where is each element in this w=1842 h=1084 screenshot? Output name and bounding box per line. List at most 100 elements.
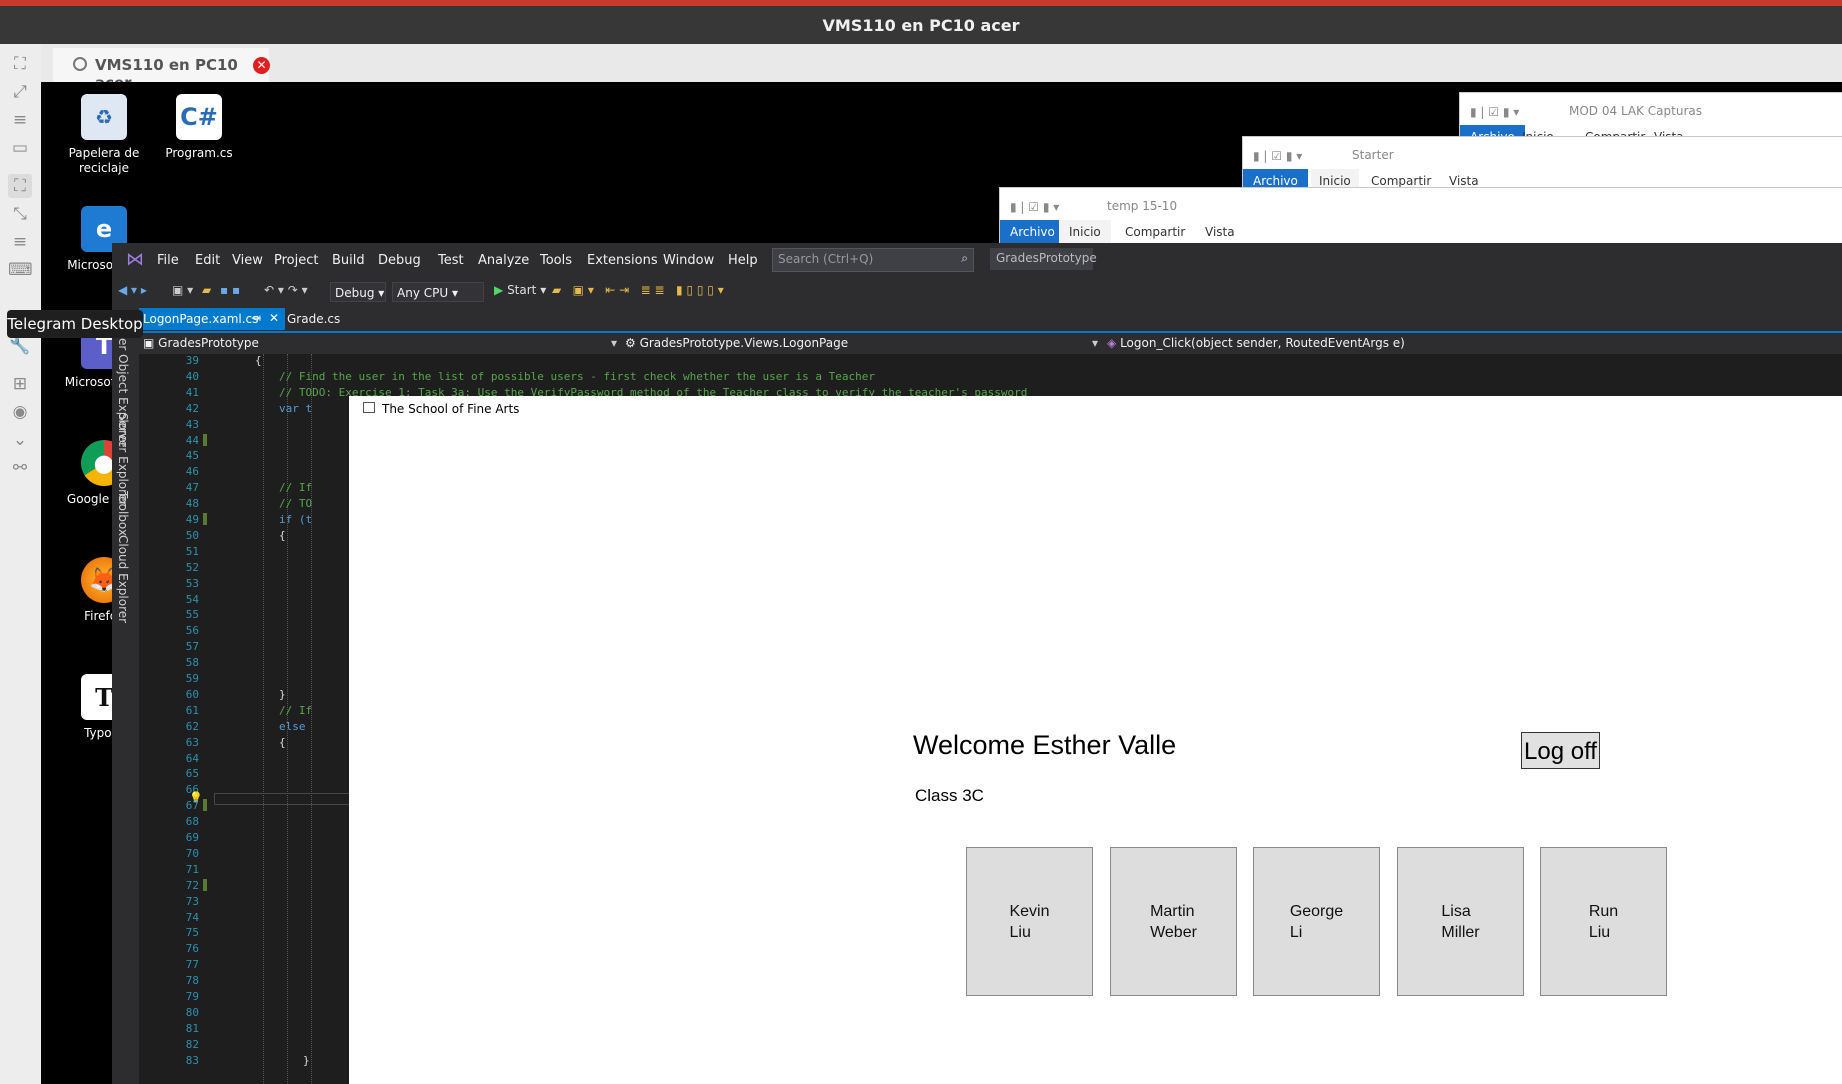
host-tab[interactable]: VMS110 en PC10 acer ✕ [53,48,270,92]
close-icon[interactable]: ✕ [269,311,279,325]
explorer-path: temp 15-10 [1107,199,1178,213]
desktop-icon-recycle-bin[interactable]: ♻ Papelera de reciclaje [58,94,150,176]
side-tab-toolbox[interactable]: Toolbox [116,491,130,536]
line-number: 64 [185,751,199,765]
line-number: 52 [185,560,199,574]
menu-extensions[interactable]: Extensions [587,253,658,268]
line-number: 41 [185,385,199,399]
explorer-window-starter[interactable]: ▮ | ☑ ▮ ▾ Starter Archivo Inicio Compart… [1242,136,1842,190]
explorer-path: MOD 04 LAK Capturas [1569,104,1702,118]
line-number: 40 [185,369,199,383]
menu-project[interactable]: Project [274,253,318,268]
menu-file[interactable]: File [157,253,179,268]
close-tab-icon[interactable]: ✕ [253,57,270,74]
list-icon[interactable]: ≡ [8,230,32,254]
ribbon-tab-inicio[interactable]: Inicio [1059,220,1111,243]
code-line: // If [279,481,313,495]
ribbon-tab-compartir[interactable]: Compartir [1125,225,1185,239]
menu-build[interactable]: Build [332,253,365,268]
menu-window[interactable]: Window [663,253,714,268]
doc-tab-grade[interactable]: Grade.cs [287,312,340,326]
pin-icon[interactable]: ⇥ [251,311,261,325]
fullscreen-icon[interactable]: ⤢ [8,80,32,104]
side-tab-cloud-explorer[interactable]: Cloud Explorer [116,535,130,623]
student-button-kevin-liu[interactable]: Kevin Liu [966,847,1093,996]
student-button-george-li[interactable]: George Li [1253,847,1380,996]
line-number: 42 [185,401,199,415]
student-button-lisa-miller[interactable]: Lisa Miller [1397,847,1524,996]
keyboard-icon[interactable]: ⌨ [8,258,33,282]
desktop-icon-program-cs[interactable]: C# Program.cs [153,94,245,161]
menu-analyze[interactable]: Analyze [478,253,529,268]
lightbulb-icon[interactable]: 💡 [189,791,203,804]
student-first-name: Martin [1150,902,1195,920]
menu-test[interactable]: Test [438,253,464,268]
window-icon[interactable]: ▭ [8,136,32,160]
config-dropdown[interactable]: Debug ▾ [330,282,386,302]
chevron-down-icon[interactable]: ▾ [611,336,617,350]
nav-class-label: GradesPrototype.Views.LogonPage [639,336,849,350]
add-window-icon[interactable]: ⊞ [8,372,32,396]
grades-app-window: The School of Fine Arts Welcome Esther V… [349,396,1842,1084]
student-first-name: Run [1588,902,1619,920]
student-first-name: Kevin [1009,902,1050,920]
platform-dropdown[interactable]: Any CPU ▾ [392,282,484,302]
student-button-martin-weber[interactable]: Martin Weber [1110,847,1237,996]
change-marker [203,513,207,525]
toolbar-icons[interactable]: ▰ ▣ ▾ ⇤ ⇥ ≣ ≣ ▮ ▯ ▯ ▯ ▾ [552,283,724,297]
student-button-run-liu[interactable]: Run Liu [1540,847,1667,996]
change-marker [203,799,207,812]
open-file-icon[interactable]: ▰ [202,283,211,297]
undo-icon[interactable]: ↶ ▾ ↷ ▾ [264,283,308,297]
code-line: // Find the user in the list of possible… [279,369,876,383]
ribbon-tab-vista[interactable]: Vista [1205,225,1235,239]
code-line: } [303,1053,310,1067]
explorer-window-temp[interactable]: ▮ | ☑ ▮ ▾ temp 15-10 Archivo Inicio Comp… [999,187,1842,244]
recycle-bin-icon: ♻ [81,94,127,140]
menu-debug[interactable]: Debug [378,253,421,268]
class-label: Class 3C [915,786,984,805]
student-first-name: Lisa [1441,902,1471,920]
nav-project[interactable]: ▣ GradesPrototype [143,336,259,350]
menu-tools[interactable]: Tools [540,253,572,268]
chevron-down-icon[interactable]: ▾ [1092,336,1098,350]
resize-icon[interactable]: ⤡ [8,202,32,226]
link-icon[interactable]: ⚯ [8,456,32,480]
start-button[interactable]: ▶ Start ▾ [494,283,546,297]
telegram-tooltip: Telegram Desktop [7,310,143,338]
line-number: 79 [185,990,199,1003]
nav-class[interactable]: ⚙ GradesPrototype.Views.LogonPage [625,336,848,350]
change-marker [203,878,207,891]
new-project-icon[interactable]: ▣ ▾ [172,283,193,297]
vs-navigation-bar: ▣ GradesPrototype ▾ ⚙ GradesPrototype.Vi… [139,333,1842,355]
nav-member[interactable]: ◈ Logon_Click(object sender, RoutedEvent… [1107,336,1405,350]
code-line: { [279,735,286,749]
menu-view[interactable]: View [232,253,263,268]
ribbon-tab-vista[interactable]: Vista [1449,174,1479,188]
menu-icon[interactable]: ≡ [8,108,32,132]
start-label: Start [507,283,537,297]
explorer-window-mod04[interactable]: ▮ | ☑ ▮ ▾ MOD 04 LAK Capturas Archivo In… [1459,92,1842,140]
scale-icon[interactable]: ⛶ [8,174,32,198]
menu-help[interactable]: Help [728,253,758,268]
student-last-name: Miller [1441,923,1480,941]
doc-tab-logonpage[interactable]: LogonPage.xaml.cs ⇥ ✕ [139,308,285,330]
desktop-icon-label: Papelera de reciclaje [68,146,140,175]
chevron-down-icon[interactable]: ⌄ [8,428,32,452]
vs-search-box[interactable]: Search (Ctrl+Q) ⌕ [772,248,974,272]
solution-name: GradesPrototype [996,251,1097,265]
line-number: 76 [185,942,199,956]
log-off-button[interactable]: Log off [1521,732,1600,769]
student-last-name: Li [1289,923,1303,941]
back-icon[interactable]: ◀ ▾ ▸ [118,283,147,297]
ribbon-tab-archivo[interactable]: Archivo [1000,220,1065,243]
save-icon[interactable]: ▪ ▪ [220,283,240,297]
line-number: 45 [185,449,199,463]
fit-screen-icon[interactable]: ⛶ [8,52,32,76]
ribbon-tab-compartir[interactable]: Compartir [1371,174,1431,188]
platform-value: Any CPU [397,286,449,300]
code-line: } [279,687,286,701]
csharp-file-icon: C# [176,94,222,140]
camera-icon[interactable]: ◉ [8,400,32,424]
menu-edit[interactable]: Edit [195,253,220,268]
